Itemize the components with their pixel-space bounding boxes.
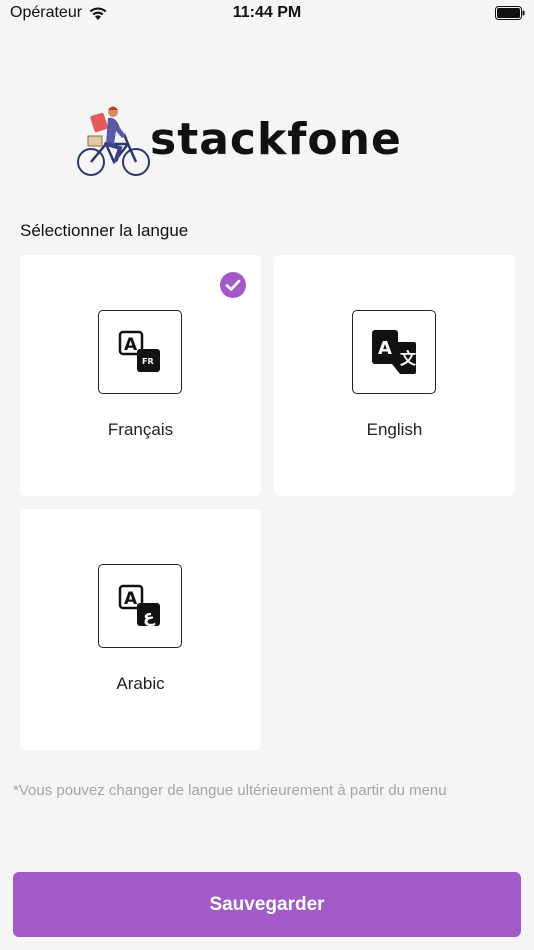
language-label: Arabic	[116, 674, 165, 693]
language-selection-screen: Opérateur 11:44 PM stackfone Sélectionne…	[0, 0, 534, 950]
svg-text:文: 文	[400, 349, 417, 368]
section-title: Sélectionner la langue	[20, 221, 189, 240]
language-label: Français	[107, 420, 174, 439]
hint-text: *Vous pouvez changer de langue ultérieur…	[13, 782, 447, 799]
language-card-english[interactable]: A 文 English	[274, 255, 515, 496]
svg-text:A: A	[378, 338, 392, 359]
translate-icon: A 文	[372, 330, 417, 374]
language-icon-box: A FR	[98, 310, 182, 394]
language-icon-box: A 文	[352, 310, 436, 394]
battery-icon	[495, 6, 525, 20]
app-logo: stackfone	[76, 104, 448, 182]
language-card-french[interactable]: A FR Français	[20, 255, 261, 496]
language-icon-box: A ع	[98, 564, 182, 648]
translate-fr-icon: A FR	[118, 330, 160, 372]
svg-text:A: A	[124, 589, 138, 609]
svg-text:ع: ع	[143, 607, 156, 627]
check-circle-icon	[220, 272, 246, 298]
status-time: 11:44 PM	[232, 4, 302, 21]
save-button[interactable]: Sauvegarder	[13, 872, 521, 937]
language-label: English	[366, 420, 423, 439]
delivery-rider-icon	[77, 106, 150, 176]
translate-ar-icon: A ع	[118, 584, 160, 627]
logo-text: stackfone	[150, 114, 402, 165]
language-card-arabic[interactable]: A ع Arabic	[20, 509, 261, 750]
svg-text:A: A	[124, 335, 138, 355]
svg-text:FR: FR	[142, 357, 154, 366]
status-bar: Opérateur 11:44 PM	[0, 0, 534, 30]
